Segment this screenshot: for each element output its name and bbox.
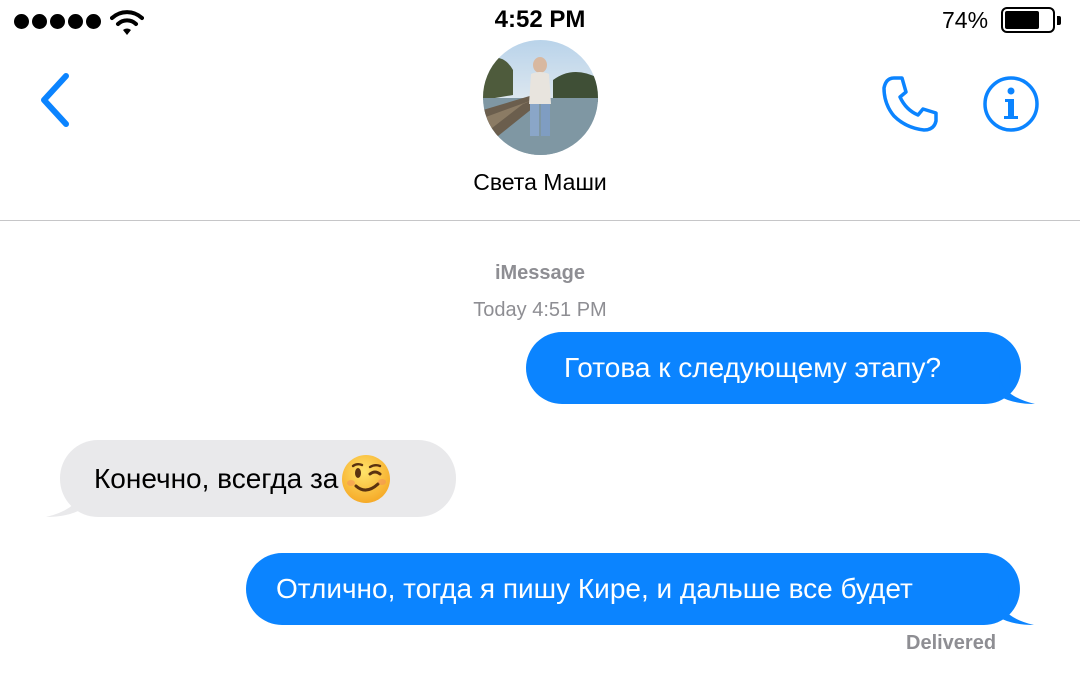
status-time: 4:52 PM [494, 6, 586, 33]
contact-name[interactable]: Света Маши [0, 169, 1080, 196]
status-bar: 4:52 PM 74% [0, 0, 1080, 40]
delivery-status: Delivered [906, 632, 997, 654]
phone-icon[interactable] [878, 72, 942, 136]
bubble-tail [998, 595, 1034, 625]
message-text: Готова к следующему этапу? [564, 352, 942, 383]
battery-fill [1005, 11, 1040, 29]
messages-screen: 4:52 PM 74% Света Маши iMessage Today 4:… [0, 0, 1080, 686]
battery-icon [1001, 7, 1061, 33]
chevron-left-icon[interactable] [36, 70, 76, 130]
outgoing-message-bubble[interactable]: Готова к следующему этапу? [526, 332, 1035, 404]
message-timestamp: Today 4:51 PM [473, 299, 607, 321]
avatar-photo [483, 40, 598, 155]
bubble-tail [46, 487, 82, 517]
message-text: Конечно, всегда за [94, 462, 339, 494]
bubble-tail [999, 374, 1035, 404]
incoming-message-bubble[interactable]: Конечно, всегда за [46, 440, 456, 517]
info-icon[interactable] [982, 75, 1040, 133]
service-label: iMessage [494, 262, 586, 284]
avatar[interactable] [483, 40, 598, 155]
outgoing-message-bubble[interactable]: Отлично, тогда я пишу Кире, и дальше все… [246, 553, 1034, 625]
winking-face-emoji-icon [342, 454, 391, 503]
conversation-header: Света Маши [0, 40, 1080, 221]
battery-percent: 74% [942, 7, 989, 33]
message-text: Отлично, тогда я пишу Кире, и дальше все… [276, 573, 913, 604]
